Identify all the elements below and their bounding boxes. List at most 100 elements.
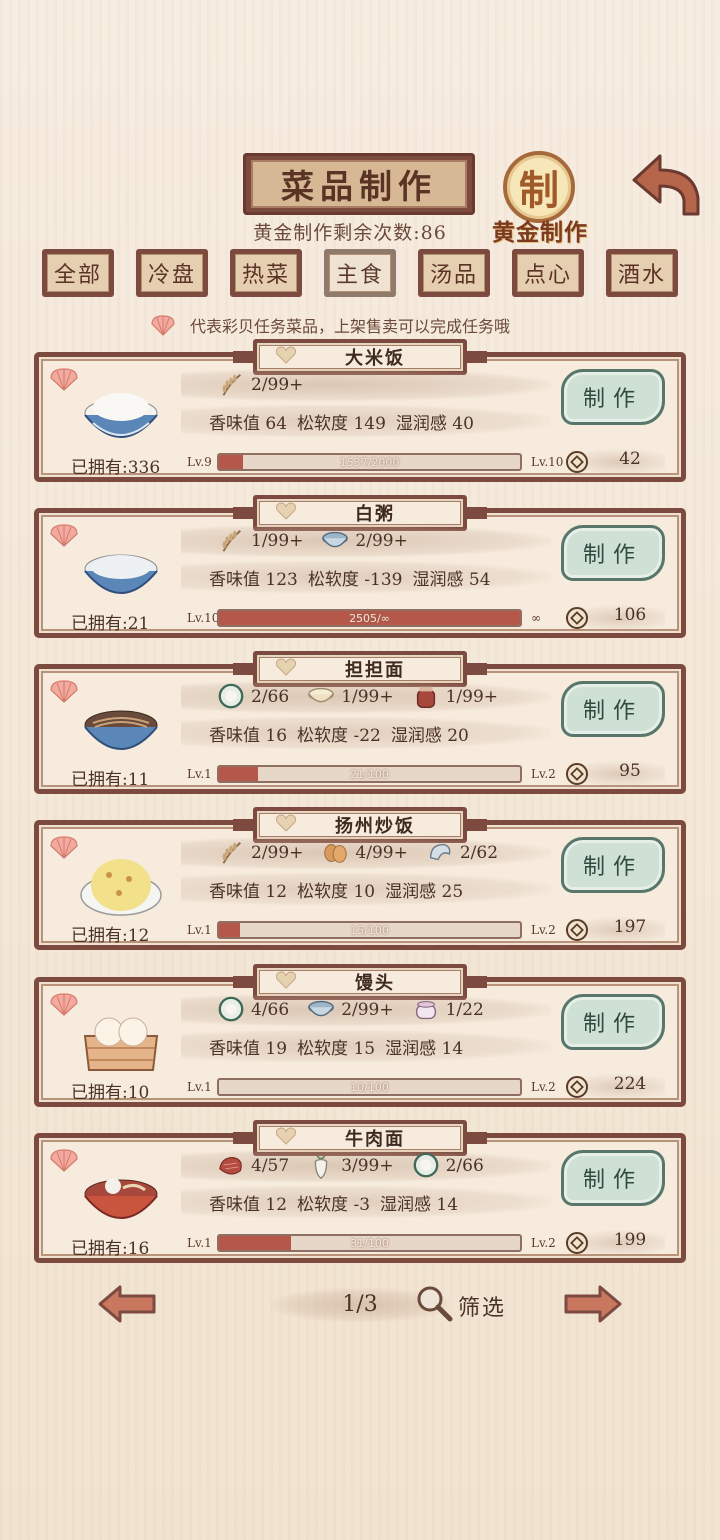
dish-stat: 湿润感 14 [385, 1038, 464, 1059]
page-indicator: 1/3 [342, 1292, 378, 1317]
tab-label: 主食 [329, 254, 391, 292]
tab-2[interactable]: 热菜 [230, 249, 302, 297]
price-tag: 224 [565, 1074, 665, 1100]
dish-stat: 松软度 -3 [297, 1194, 371, 1215]
level-progress-text: 1537/2000 [339, 455, 400, 469]
level-current: Lv.9 [187, 455, 212, 469]
ingredient: 2/62 [424, 839, 498, 867]
tab-6[interactable]: 酒水 [606, 249, 678, 297]
ingredient-count: 2/99+ [341, 1000, 394, 1020]
dish-stat: 松软度 15 [297, 1038, 376, 1059]
dish-stat: 湿润感 40 [395, 413, 474, 434]
dish-stat: 松软度 -22 [297, 725, 381, 746]
dish-card: 担担面 已拥有:11 2/66 1/99+ 1/99+ 香味值 16 松软度 -2… [34, 651, 686, 794]
porridge-bowl-icon [84, 554, 158, 594]
price-value: 197 [613, 917, 647, 937]
price-tag: 42 [565, 449, 665, 475]
price-value: 95 [619, 761, 641, 781]
filter-button[interactable]: 筛选 [458, 1290, 506, 1322]
coin-icon [566, 763, 588, 785]
category-tabs: 全部 冷盘 热菜 主食 汤品 点心 酒水 [42, 249, 678, 297]
ingredient-count: 2/99+ [251, 843, 304, 863]
ingredient-count: 1/99+ [445, 687, 499, 707]
dish-stat: 香味值 64 [209, 413, 288, 434]
dish-stat: 香味值 12 [209, 881, 288, 902]
ingredient: 4/99+ [319, 839, 408, 867]
beef-icon [219, 1157, 242, 1175]
tab-3[interactable]: 主食 [324, 249, 396, 297]
prev-page-button[interactable] [96, 1283, 158, 1325]
flour-bowl-icon [308, 687, 335, 703]
magnifier-icon[interactable] [414, 1283, 454, 1323]
gold-craft-remaining: 黄金制作剩余次数:86 [253, 222, 447, 244]
task-hint-text: 代表彩贝任务菜品，上架售卖可以完成任务哦 [190, 317, 511, 336]
level-progress-bar: 21/100 [217, 765, 522, 783]
ingredient-row: 4/57 3/99+ 2/66 [181, 1150, 551, 1182]
make-button[interactable]: 制作 [561, 1150, 665, 1206]
ingredient-row: 4/66 2/99+ 1/22 [181, 994, 551, 1026]
tab-4[interactable]: 汤品 [418, 249, 490, 297]
dish-stat: 松软度 149 [297, 413, 386, 434]
level-next: Lv.10 [531, 455, 564, 469]
make-button[interactable]: 制作 [561, 994, 665, 1050]
owned-count: 已拥有:21 [71, 614, 150, 634]
dish-stat: 香味值 123 [209, 569, 298, 590]
scallop-shell-icon [50, 1149, 78, 1172]
ingredient-count: 2/99+ [251, 375, 304, 395]
ingredient: 3/99+ [305, 1152, 394, 1180]
ingredient: 2/99+ [305, 996, 394, 1024]
make-button[interactable]: 制作 [561, 369, 665, 425]
owned-count: 已拥有:336 [71, 458, 161, 478]
price-value: 224 [613, 1074, 647, 1094]
make-button[interactable]: 制作 [561, 837, 665, 893]
ingredient-count: 2/62 [459, 843, 499, 863]
stats-row: 香味值 12 松软度 10 湿润感 25 [181, 873, 551, 905]
dish-stat: 香味值 12 [209, 1194, 288, 1215]
stats-row: 香味值 64 松软度 149 湿润感 40 [181, 405, 551, 437]
next-page-button[interactable] [562, 1283, 624, 1325]
level-progress-bar: 2505/∞ [217, 609, 522, 627]
scallop-shell-icon [50, 368, 78, 391]
tab-0[interactable]: 全部 [42, 249, 114, 297]
ingredient-row: 1/99+ 2/99+ [181, 525, 551, 557]
make-button-label: 制作 [582, 699, 643, 724]
level-progress-bar: 1537/2000 [217, 453, 522, 471]
dough-plate-icon [218, 683, 244, 709]
price-value: 106 [613, 605, 647, 625]
make-button[interactable]: 制作 [561, 525, 665, 581]
dish-stat: 香味值 16 [209, 725, 288, 746]
level-progress-bar: 31/100 [217, 1234, 522, 1252]
make-button[interactable]: 制作 [561, 681, 665, 737]
back-button[interactable] [628, 150, 704, 220]
coin-icon [566, 1232, 588, 1254]
level-progress-bar: 15/100 [217, 921, 522, 939]
price-value: 42 [619, 449, 641, 469]
level-next: ∞ [531, 611, 541, 625]
tab-5[interactable]: 点心 [512, 249, 584, 297]
ingredient-count: 1/22 [445, 1000, 484, 1020]
ingredient: 1/99+ [305, 683, 394, 711]
gold-craft-label[interactable]: 黄金制作 [485, 213, 595, 247]
rice-stalk-icon [222, 842, 241, 864]
ingredient: 2/66 [410, 1152, 484, 1180]
coin-icon [566, 1076, 588, 1098]
stats-row: 香味值 19 松软度 15 湿润感 14 [181, 1030, 551, 1062]
owned-count: 已拥有:10 [71, 1083, 150, 1103]
make-button-label: 制作 [582, 1168, 643, 1193]
ingredient: 2/99+ [319, 527, 408, 555]
scallop-shell-icon [50, 836, 78, 859]
level-progress-text: 21/100 [350, 767, 389, 781]
ingredient-row: 2/66 1/99+ 1/99+ [181, 681, 551, 713]
tab-1[interactable]: 冷盘 [136, 249, 208, 297]
price-tag: 197 [565, 917, 665, 943]
chili-jar-icon [416, 686, 435, 708]
level-progress-text: 15/100 [350, 923, 389, 937]
noodle-bowl-icon [84, 710, 158, 750]
dish-stat: 香味值 19 [209, 1038, 288, 1059]
coin-icon [566, 919, 588, 941]
ingredient: 4/57 [215, 1152, 289, 1180]
arrow-left-icon [98, 1285, 156, 1323]
level-progress-text: 31/100 [350, 1236, 389, 1250]
level-next: Lv.2 [531, 923, 556, 937]
dish-card: 大米饭 已拥有:336 2/99+ 香味值 64 松软度 149 湿润感 40 Lv… [34, 339, 686, 482]
